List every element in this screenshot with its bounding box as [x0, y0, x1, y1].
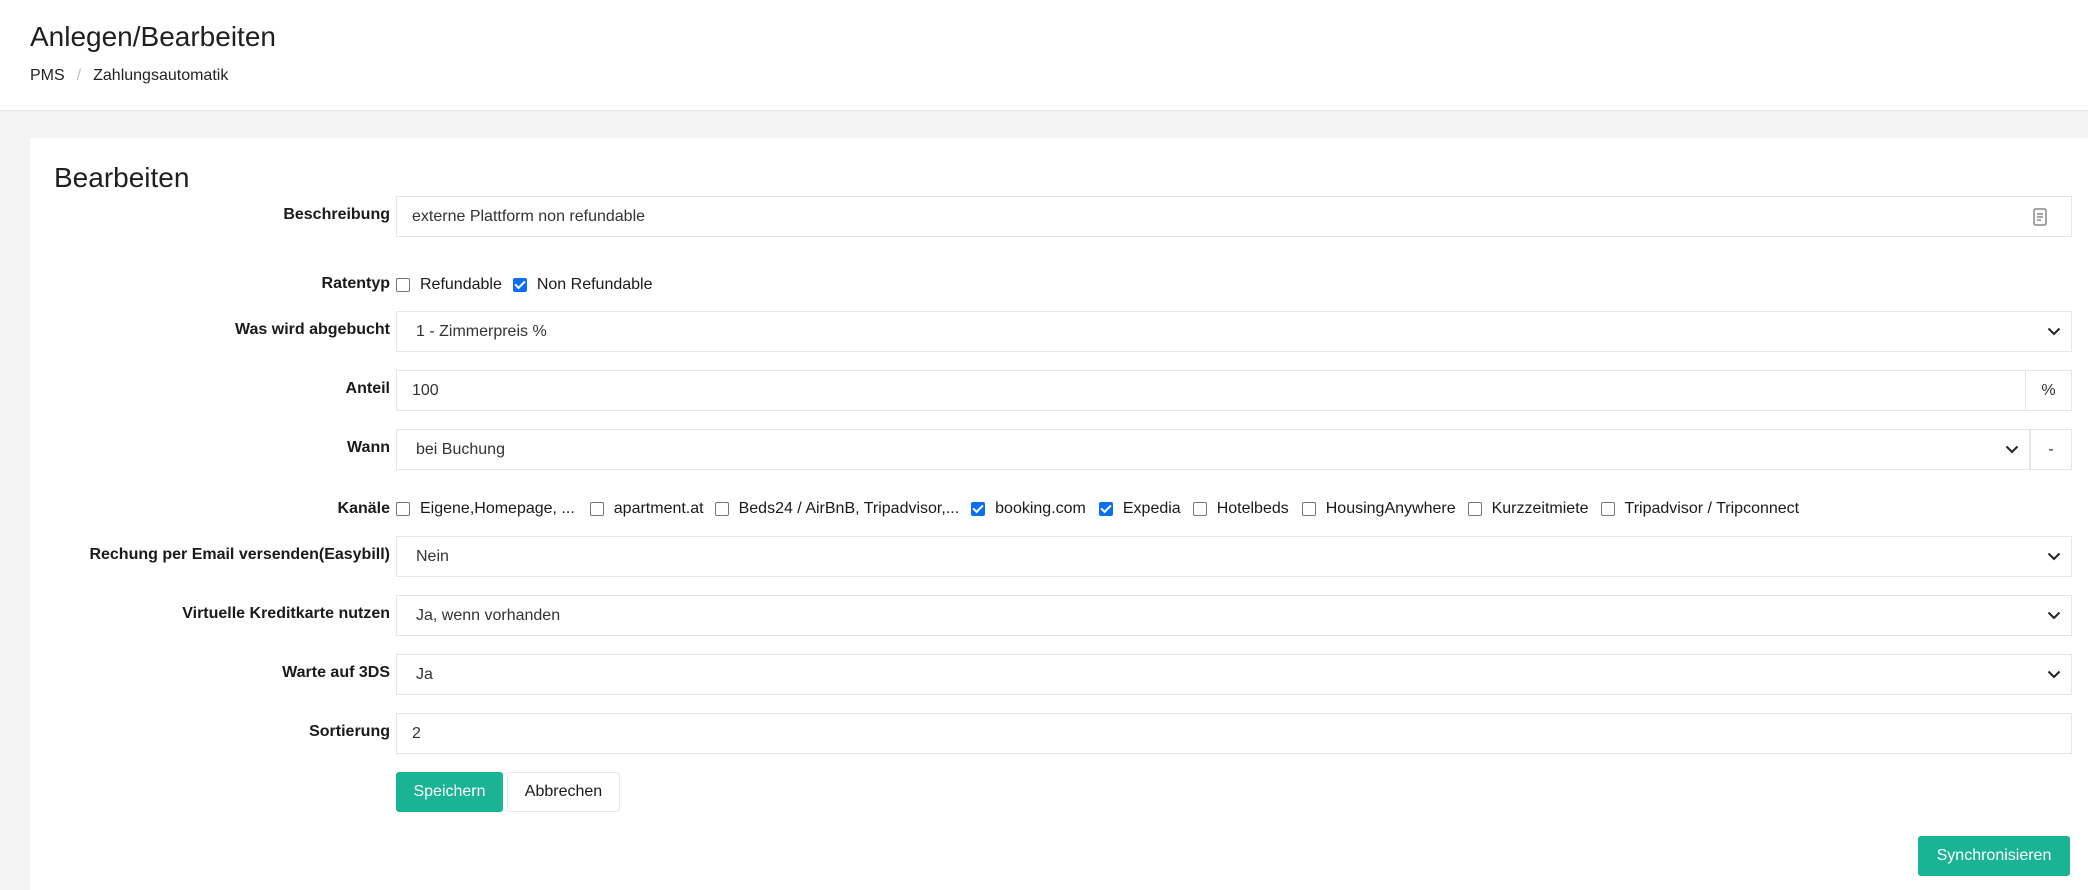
kanal-tripadvisor[interactable]: Tripadvisor / Tripconnect [1600, 500, 1800, 518]
breadcrumb-separator: / [76, 67, 82, 84]
sortierung-value: 2 [412, 724, 421, 742]
beschreibung-label: Beschreibung [283, 206, 390, 223]
3ds-select[interactable]: Ja [396, 654, 2072, 695]
kanal-hotelbeds[interactable]: Hotelbeds [1192, 500, 1289, 518]
chevron-down-icon [2043, 546, 2065, 568]
sortierung-input[interactable]: 2 [396, 713, 2072, 754]
save-button[interactable]: Speichern [396, 772, 503, 812]
kanal-eigene-checkbox[interactable] [396, 502, 410, 516]
kanal-expedia[interactable]: Expedia [1098, 500, 1181, 518]
abgebucht-label: Was wird abgebucht [235, 321, 390, 338]
kreditkarte-label: Virtuelle Kreditkarte nutzen [182, 605, 390, 622]
rechnung-value: Nein [416, 547, 449, 565]
cancel-button[interactable]: Abbrechen [507, 772, 620, 812]
kanal-booking[interactable]: booking.com [971, 500, 1086, 518]
chevron-down-icon [2001, 439, 2023, 461]
kanal-kurzzeitmiete[interactable]: Kurzzeitmiete [1467, 500, 1589, 518]
kanal-booking-checkbox[interactable] [971, 502, 986, 516]
refundable-checkbox[interactable] [396, 278, 410, 292]
abgebucht-value: 1 - Zimmerpreis % [416, 322, 547, 340]
kanal-housinganywhere-label: HousingAnywhere [1325, 500, 1456, 517]
abgebucht-select[interactable]: 1 - Zimmerpreis % [396, 311, 2072, 352]
breadcrumb: PMS / Zahlungsautomatik [30, 67, 228, 85]
card-title: Bearbeiten [54, 162, 190, 193]
percent-addon: % [2025, 370, 2072, 411]
kanal-eigene-label: Eigene,Homepage, ... [420, 500, 575, 517]
breadcrumb-item-zahlungsautomatik: Zahlungsautomatik [93, 67, 229, 84]
kanal-booking-label: booking.com [995, 500, 1086, 517]
kanal-beds24-label: Beds24 / AirBnB, Tripadvisor,... [738, 500, 960, 517]
kanal-hotelbeds-label: Hotelbeds [1216, 500, 1289, 517]
kanal-expedia-checkbox[interactable] [1098, 502, 1113, 516]
anteil-input[interactable]: 100 [396, 370, 2026, 411]
wann-value: bei Buchung [416, 440, 505, 458]
kanal-hotelbeds-checkbox[interactable] [1192, 502, 1207, 516]
kanal-kurzzeitmiete-label: Kurzzeitmiete [1491, 500, 1589, 517]
wann-addon: - [2030, 429, 2072, 470]
sync-button[interactable]: Synchronisieren [1918, 836, 2070, 876]
ratentyp-non-refundable[interactable]: Non Refundable [512, 276, 653, 294]
chevron-down-icon [2043, 664, 2065, 686]
beschreibung-input[interactable]: externe Plattform non refundable [396, 196, 2072, 237]
kanaele-label: Kanäle [337, 500, 390, 517]
kanal-apartment-label: apartment.at [613, 500, 704, 517]
kreditkarte-value: Ja, wenn vorhanden [416, 606, 561, 624]
kanal-housinganywhere-checkbox[interactable] [1301, 502, 1316, 516]
beschreibung-value: externe Plattform non refundable [412, 207, 646, 225]
wann-select[interactable]: bei Buchung [396, 429, 2030, 470]
kanal-beds24-checkbox[interactable] [714, 502, 729, 516]
wann-label: Wann [347, 439, 390, 456]
3ds-label: Warte auf 3DS [282, 664, 390, 681]
kanal-apartment-checkbox[interactable] [589, 502, 604, 516]
document-icon[interactable] [2029, 206, 2051, 228]
breadcrumb-item-pms[interactable]: PMS [30, 67, 65, 85]
anteil-label: Anteil [345, 380, 390, 397]
rechnung-select[interactable]: Nein [396, 536, 2072, 577]
refundable-label: Refundable [420, 276, 502, 293]
page-header: Anlegen/Bearbeiten PMS / Zahlungsautomat… [0, 0, 2088, 111]
ratentyp-options: Refundable Non Refundable [396, 276, 663, 294]
ratentyp-label: Ratentyp [321, 275, 390, 292]
chevron-down-icon [2043, 605, 2065, 627]
kanal-apartment[interactable]: apartment.at [589, 500, 704, 518]
kanal-kurzzeitmiete-checkbox[interactable] [1467, 502, 1482, 516]
kanal-beds24[interactable]: Beds24 / AirBnB, Tripadvisor,... [714, 500, 960, 518]
kanal-expedia-label: Expedia [1122, 500, 1181, 517]
chevron-down-icon [2043, 321, 2065, 343]
ratentyp-refundable[interactable]: Refundable [396, 276, 502, 294]
kanal-housinganywhere[interactable]: HousingAnywhere [1301, 500, 1456, 518]
kanal-tripadvisor-label: Tripadvisor / Tripconnect [1624, 500, 1800, 517]
page-title: Anlegen/Bearbeiten [30, 21, 276, 52]
kreditkarte-select[interactable]: Ja, wenn vorhanden [396, 595, 2072, 636]
kanaele-options: Eigene,Homepage, ... apartment.at Beds24… [396, 500, 1810, 518]
kanal-tripadvisor-checkbox[interactable] [1600, 502, 1615, 516]
rechnung-label: Rechung per Email versenden(Easybill) [89, 546, 390, 563]
kanal-eigene[interactable]: Eigene,Homepage, ... [396, 500, 575, 518]
anteil-value: 100 [412, 381, 439, 399]
non-refundable-checkbox[interactable] [512, 278, 527, 292]
edit-card: Bearbeiten Beschreibung externe Plattfor… [30, 138, 2088, 890]
3ds-value: Ja [416, 665, 433, 683]
non-refundable-label: Non Refundable [536, 276, 653, 293]
sortierung-label: Sortierung [309, 723, 390, 740]
